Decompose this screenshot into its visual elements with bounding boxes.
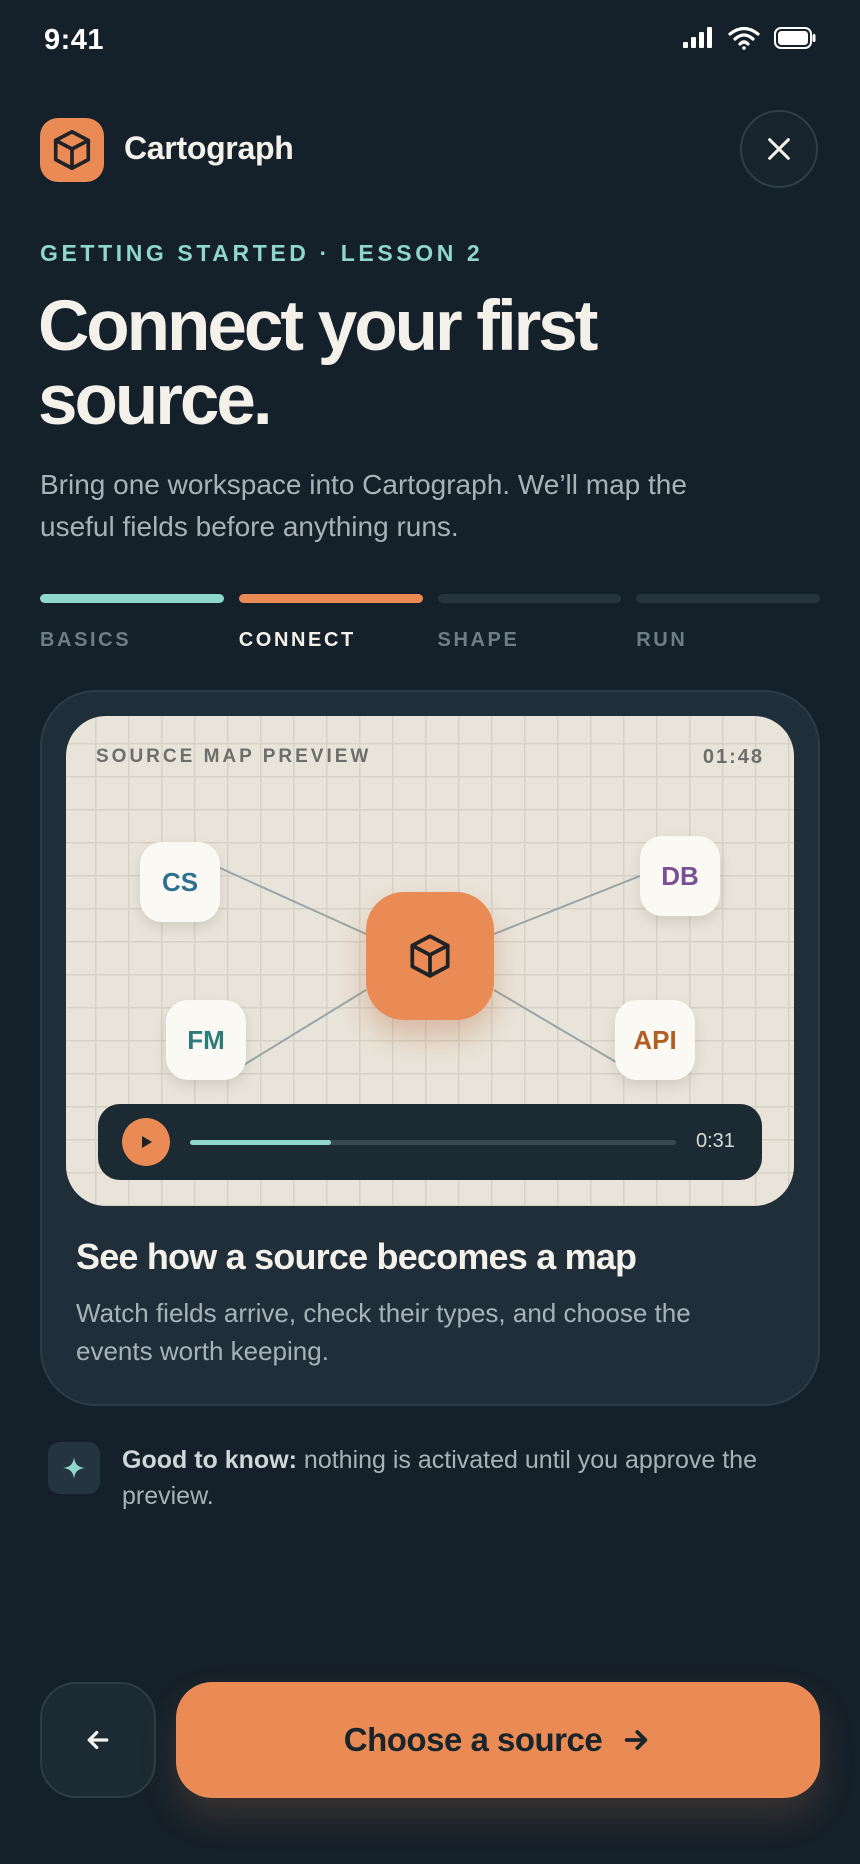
arrow-right-icon [625, 1730, 648, 1750]
card-title: See how a source becomes a map [76, 1236, 637, 1277]
progress-steps: BASICS CONNECT SHAPE RUN [40, 594, 820, 652]
arrow-left-icon [87, 1730, 109, 1750]
tip-text: Good to know: nothing is activated until… [122, 1442, 822, 1514]
source-node-db: DB [640, 836, 720, 916]
step-bar [437, 594, 622, 603]
play-icon [142, 1136, 152, 1148]
close-icon [768, 138, 790, 160]
step-run: RUN [636, 594, 820, 652]
connector-db [493, 875, 641, 935]
progress-fill [190, 1140, 331, 1145]
map-hub [366, 892, 494, 1020]
lesson-eyebrow: GETTING STARTED · LESSON 2 [40, 240, 484, 266]
step-bar [40, 594, 224, 603]
brand-name: Cartograph [124, 130, 294, 166]
step-label: SHAPE [437, 629, 520, 651]
sparkle-icon [48, 1442, 100, 1494]
signal-icon [683, 27, 712, 48]
wifi-icon [728, 26, 760, 50]
source-node-api: API [615, 1000, 695, 1080]
play-button[interactable] [122, 1118, 170, 1166]
status-time: 9:41 [44, 24, 105, 56]
step-shape: SHAPE [437, 594, 622, 652]
title-line-2: source. [38, 361, 273, 440]
battery-icon [774, 27, 816, 49]
step-label: CONNECT [238, 629, 356, 651]
back-button[interactable] [40, 1682, 156, 1798]
step-label: RUN [636, 629, 688, 651]
page-subtitle: Bring one workspace into Cartograph. We’… [40, 469, 687, 542]
status-icons [682, 26, 816, 50]
step-connect: CONNECT [238, 594, 423, 652]
cube-icon [410, 934, 450, 978]
card-description: Watch fields arrive, check their types, … [76, 1298, 691, 1366]
step-basics: BASICS [40, 594, 224, 652]
step-bar [238, 594, 423, 603]
title-line-1: Connect your first [38, 287, 598, 366]
source-node-fm: FM [166, 1000, 246, 1080]
choose-source-label: Choose a source [343, 1721, 603, 1758]
brand-logo [40, 118, 104, 182]
page-title: Connect your first source. [38, 290, 738, 438]
connector-fm [241, 989, 367, 1067]
choose-source-button[interactable]: Choose a source [176, 1682, 820, 1798]
cube-icon [53, 129, 91, 171]
connector-api [493, 989, 617, 1063]
tip-strong: Good to know: [122, 1446, 297, 1474]
step-label: BASICS [40, 629, 132, 651]
close-button[interactable] [740, 110, 818, 188]
source-node-cs: CS [140, 842, 220, 922]
connector-cs [219, 867, 367, 935]
player-current-time: 0:31 [696, 1130, 735, 1152]
step-bar [636, 594, 820, 603]
